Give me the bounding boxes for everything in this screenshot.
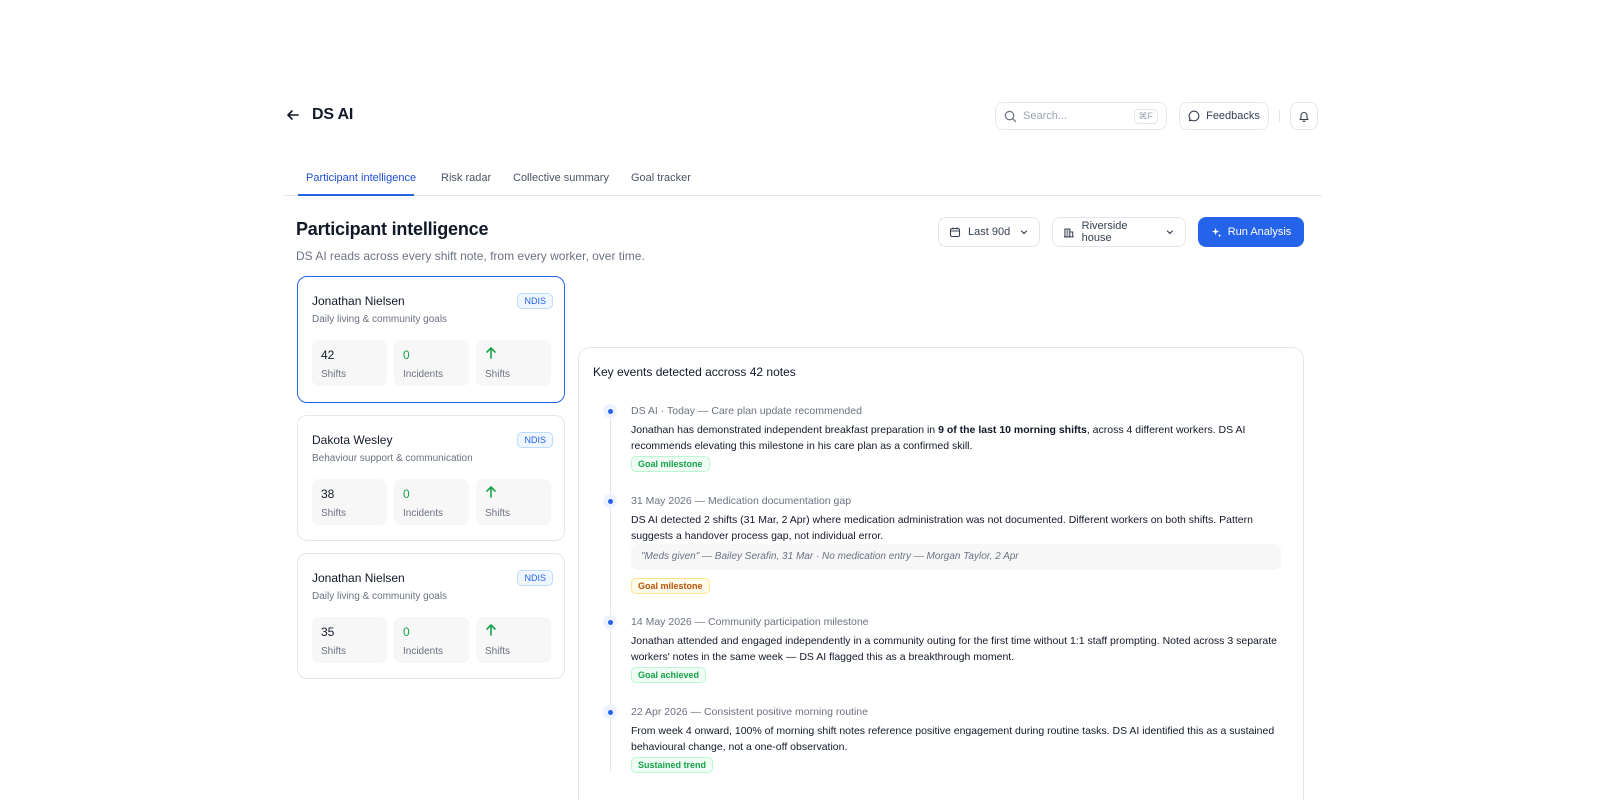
event-tag: Goal milestone: [631, 456, 710, 472]
participant-name: Jonathan Nielsen: [312, 294, 405, 308]
timeline-event: 22 Apr 2026 — Consistent positive mornin…: [601, 705, 1281, 775]
participant-card[interactable]: Dakota Wesley NDIS Behaviour support & c…: [297, 415, 565, 541]
participant-name: Jonathan Nielsen: [312, 571, 405, 585]
feedback-label: Feedbacks: [1206, 110, 1260, 122]
shifts-label: Shifts: [321, 646, 347, 657]
search-box[interactable]: ⌘F: [995, 102, 1167, 130]
event-body: From week 4 onward, 100% of morning shif…: [631, 725, 1275, 753]
event-meta: 14 May 2026 — Community participation mi…: [631, 616, 869, 628]
incidents-value: 0: [403, 487, 410, 501]
shifts-value: 35: [321, 625, 335, 639]
arrow-up-icon: [486, 347, 496, 359]
trend-stat: Shifts: [476, 617, 551, 663]
ndis-badge: NDIS: [517, 293, 553, 309]
event-quote: "Meds given" — Bailey Serafin, 31 Mar · …: [631, 544, 1281, 570]
tab-risk-radar[interactable]: Risk radar: [441, 172, 491, 194]
run-analysis-button[interactable]: Run Analysis: [1198, 217, 1304, 247]
back-button[interactable]: [282, 104, 304, 126]
message-circle-icon: [1188, 110, 1200, 122]
incidents-label: Incidents: [403, 508, 444, 519]
search-input[interactable]: [1023, 110, 1133, 122]
app-title: DS AI: [312, 106, 354, 123]
tab-goal-tracker[interactable]: Goal tracker: [631, 172, 691, 194]
shifts-value: 38: [321, 487, 335, 501]
divider: [1279, 110, 1280, 122]
bell-icon: [1299, 112, 1309, 122]
date-range-label: Last 90d: [968, 226, 1011, 238]
tab-bar: Participant intelligence Risk radar Coll…: [284, 168, 1322, 196]
timeline-dot: [603, 615, 617, 629]
trend-stat: Shifts: [476, 340, 551, 386]
key-events-panel: Key events detected accross 42 notes DS …: [578, 347, 1304, 800]
trend-label: Shifts: [485, 646, 511, 657]
arrow-up-icon: [486, 624, 496, 636]
page-subtitle: DS AI reads across every shift note, fro…: [296, 249, 645, 263]
timeline-dot: [603, 404, 617, 418]
building-icon: [1063, 228, 1074, 238]
participant-goal: Behaviour support & communication: [312, 453, 473, 464]
sparkle-icon: [1211, 227, 1222, 238]
page-title: Participant intelligence: [296, 219, 489, 239]
calendar-icon: [949, 227, 961, 238]
event-body: Jonathan attended and engaged independen…: [631, 635, 1277, 663]
participant-card[interactable]: Jonathan Nielsen NDIS Daily living & com…: [297, 553, 565, 679]
trend-label: Shifts: [485, 508, 511, 519]
event-meta: DS AI · Today — Care plan update recomme…: [631, 405, 862, 417]
trend-stat: Shifts: [476, 479, 551, 525]
incidents-value: 0: [403, 625, 410, 639]
timeline-dot: [603, 705, 617, 719]
trend-label: Shifts: [485, 369, 511, 380]
feedback-button[interactable]: Feedbacks: [1179, 102, 1269, 130]
event-highlight: 9 of the last 10 morning shifts: [938, 424, 1087, 436]
shifts-stat: 42 Shifts: [312, 340, 387, 386]
search-shortcut: ⌘F: [1133, 108, 1158, 124]
chevron-down-icon: [1167, 230, 1174, 235]
event-tag: Goal achieved: [631, 667, 707, 683]
event-body: DS AI detected 2 shifts (31 Mar, 2 Apr) …: [631, 514, 1253, 542]
incidents-value: 0: [403, 348, 410, 362]
run-analysis-label: Run Analysis: [1227, 226, 1292, 238]
event-meta: 22 Apr 2026 — Consistent positive mornin…: [631, 706, 868, 718]
shifts-value: 42: [321, 348, 335, 362]
ndis-badge: NDIS: [517, 570, 553, 586]
incidents-stat: 0 Incidents: [394, 340, 469, 386]
chevron-down-icon: [1020, 230, 1028, 235]
participant-card[interactable]: Jonathan Nielsen NDIS Daily living & com…: [297, 276, 565, 403]
active-tab-indicator: [298, 194, 414, 196]
event-tag: Sustained trend: [631, 757, 714, 773]
house-select[interactable]: Riverside house: [1052, 217, 1186, 247]
incidents-label: Incidents: [403, 646, 444, 657]
participant-goal: Daily living & community goals: [312, 591, 448, 602]
date-range-select[interactable]: Last 90d: [938, 217, 1040, 247]
ndis-badge: NDIS: [517, 432, 553, 448]
shifts-label: Shifts: [321, 369, 347, 380]
incidents-stat: 0 Incidents: [394, 479, 469, 525]
event-body: Jonathan has demonstrated independent br…: [631, 424, 1246, 452]
key-events-heading: Key events detected accross 42 notes: [593, 365, 796, 379]
tab-participant-intelligence[interactable]: Participant intelligence: [306, 172, 416, 194]
participant-goal: Daily living & community goals: [312, 314, 448, 325]
arrow-up-icon: [486, 486, 496, 498]
top-bar: DS AI ⌘F Feedbacks: [282, 100, 1322, 132]
timeline-dot: [603, 494, 617, 508]
notifications-button[interactable]: [1290, 102, 1318, 130]
shifts-stat: 38 Shifts: [312, 479, 387, 525]
shifts-label: Shifts: [321, 508, 347, 519]
timeline-event: 14 May 2026 — Community participation mi…: [601, 615, 1281, 685]
incidents-stat: 0 Incidents: [394, 617, 469, 663]
timeline-event: DS AI · Today — Care plan update recomme…: [601, 404, 1281, 474]
incidents-label: Incidents: [403, 369, 444, 380]
search-icon: [1004, 110, 1017, 122]
timeline-event: 31 May 2026 — Medication documentation g…: [601, 494, 1281, 594]
tab-collective-summary[interactable]: Collective summary: [513, 172, 609, 194]
house-label: Riverside house: [1081, 220, 1128, 244]
event-tag: Goal milestone: [631, 578, 710, 594]
shifts-stat: 35 Shifts: [312, 617, 387, 663]
participant-name: Dakota Wesley: [312, 433, 393, 447]
event-meta: 31 May 2026 — Medication documentation g…: [631, 495, 852, 507]
arrow-left-icon: [287, 110, 299, 120]
